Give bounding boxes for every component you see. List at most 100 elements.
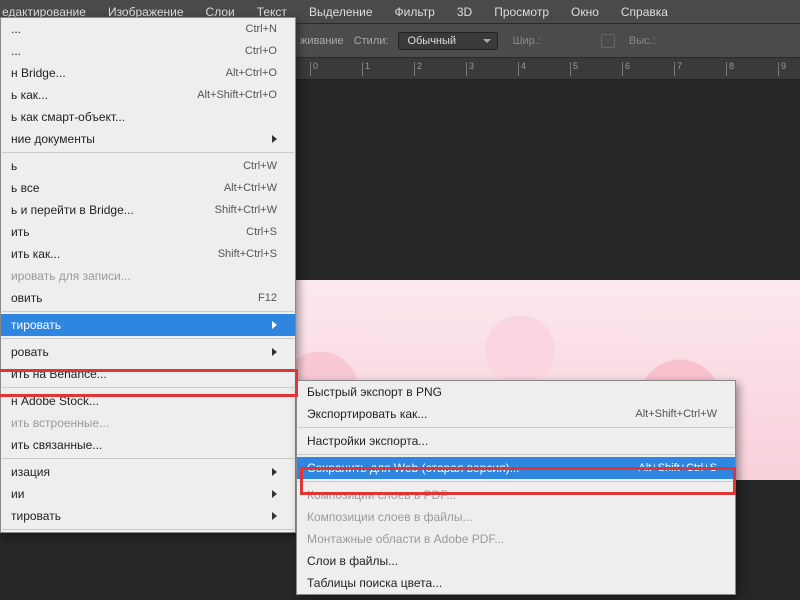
menu-item-label: ии	[11, 487, 24, 501]
shortcut-label: Ctrl+W	[243, 160, 277, 172]
shortcut-label: Alt+Ctrl+O	[226, 67, 277, 79]
menu-просмотр[interactable]: Просмотр	[483, 0, 560, 24]
menu-item-label: овить	[11, 291, 43, 305]
menu-item-label: ить связанные...	[11, 438, 102, 452]
file-menu-item-8[interactable]: ь все Alt+Ctrl+W	[1, 177, 295, 199]
ruler-tick: 1	[362, 62, 370, 76]
file-menu-item-5[interactable]: ние документы	[1, 128, 295, 150]
ruler-tick: 8	[726, 62, 734, 76]
swap-icon[interactable]	[601, 34, 615, 48]
submenu-arrow-icon	[272, 490, 277, 498]
menu-separator	[2, 311, 294, 312]
export-submenu: Быстрый экспорт в PNG Экспортировать как.…	[296, 380, 736, 595]
file-menu-item-26[interactable]: тировать	[1, 505, 295, 527]
file-menu-item-13[interactable]: овить F12	[1, 287, 295, 309]
menu-item-label: ние документы	[11, 132, 95, 146]
submenu-arrow-icon	[272, 135, 277, 143]
menu-3d[interactable]: 3D	[446, 0, 483, 24]
menu-item-label: ить как...	[11, 247, 60, 261]
menu-item-label: ь как...	[11, 88, 48, 102]
menu-separator	[2, 458, 294, 459]
shortcut-label: Ctrl+S	[246, 226, 277, 238]
menu-item-label: ровать	[11, 345, 49, 359]
export-menu-item-11[interactable]: Таблицы поиска цвета...	[297, 572, 735, 594]
ruler-tick: 6	[622, 62, 630, 76]
export-menu-item-0[interactable]: Быстрый экспорт в PNG	[297, 381, 735, 403]
shortcut-label: Ctrl+N	[246, 23, 277, 35]
file-menu-item-21: ить встроенные...	[1, 412, 295, 434]
menu-item-label: ь	[11, 159, 17, 173]
export-menu-item-3[interactable]: Настройки экспорта...	[297, 430, 735, 452]
menu-item-label: Экспортировать как...	[307, 407, 427, 421]
shortcut-label: Alt+Shift+Ctrl+W	[635, 408, 717, 420]
ruler-tick: 2	[414, 62, 422, 76]
menu-item-label: ь и перейти в Bridge...	[11, 203, 134, 217]
menu-item-label: Композиции слоев в PDF...	[307, 488, 456, 502]
shortcut-label: Alt+Ctrl+W	[224, 182, 277, 194]
menu-item-label: ...	[11, 44, 21, 58]
menu-item-label: Быстрый экспорт в PNG	[307, 385, 442, 399]
menu-окно[interactable]: Окно	[560, 0, 610, 24]
file-menu-item-22[interactable]: ить связанные...	[1, 434, 295, 456]
file-menu-item-12: ировать для записи...	[1, 265, 295, 287]
shortcut-label: Shift+Ctrl+S	[218, 248, 277, 260]
ruler-tick: 4	[518, 62, 526, 76]
submenu-arrow-icon	[272, 512, 277, 520]
file-menu-item-18[interactable]: ить на Behance...	[1, 363, 295, 385]
width-label: Шир.:	[508, 35, 540, 47]
menu-separator	[2, 529, 294, 530]
menu-item-label: ить встроенные...	[11, 416, 109, 430]
file-menu-item-17[interactable]: ровать	[1, 341, 295, 363]
menu-item-label: Настройки экспорта...	[307, 434, 428, 448]
file-menu-item-export[interactable]: тировать	[1, 314, 295, 336]
export-menu-item-10[interactable]: Слои в файлы...	[297, 550, 735, 572]
ruler-tick: 7	[674, 62, 682, 76]
submenu-arrow-icon	[272, 348, 277, 356]
file-menu-item-0[interactable]: ...Ctrl+N	[1, 18, 295, 40]
menu-item-label: Слои в файлы...	[307, 554, 398, 568]
file-menu: ...Ctrl+N... Ctrl+O н Bridge... Alt+Ctrl+O ь…	[0, 17, 296, 533]
submenu-arrow-icon	[272, 321, 277, 329]
file-menu-item-9[interactable]: ь и перейти в Bridge... Shift+Ctrl+W	[1, 199, 295, 221]
menu-item-label: н Bridge...	[11, 66, 66, 80]
menu-separator	[2, 338, 294, 339]
export-menu-item-1[interactable]: Экспортировать как... Alt+Shift+Ctrl+W	[297, 403, 735, 425]
menu-item-label: тировать	[11, 509, 61, 523]
menu-item-label: Сохранить для Web (старая версия)...	[307, 461, 520, 475]
menu-separator	[298, 454, 734, 455]
shortcut-label: Alt+Shift+Ctrl+O	[197, 89, 277, 101]
height-label: Выс.:	[625, 35, 656, 47]
menu-item-label: ить на Behance...	[11, 367, 107, 381]
export-menu-item-9: Монтажные области в Adobe PDF...	[297, 528, 735, 550]
file-menu-item-2[interactable]: н Bridge... Alt+Ctrl+O	[1, 62, 295, 84]
ruler-tick: 5	[570, 62, 578, 76]
file-menu-item-24[interactable]: изация	[1, 461, 295, 483]
file-menu-item-4[interactable]: ь как смарт-объект...	[1, 106, 295, 128]
menu-справка[interactable]: Справка	[610, 0, 679, 24]
file-menu-item-3[interactable]: ь как... Alt+Shift+Ctrl+O	[1, 84, 295, 106]
shortcut-label: F12	[258, 292, 277, 304]
file-menu-item-7[interactable]: ь Ctrl+W	[1, 155, 295, 177]
file-menu-item-10[interactable]: ить Ctrl+S	[1, 221, 295, 243]
style-select[interactable]: Обычный	[398, 32, 498, 50]
menu-separator	[2, 152, 294, 153]
menu-separator	[298, 427, 734, 428]
menu-item-label: ить	[11, 225, 29, 239]
menu-выделение[interactable]: Выделение	[298, 0, 384, 24]
shortcut-label: Shift+Ctrl+W	[215, 204, 277, 216]
export-menu-item-7: Композиции слоев в PDF...	[297, 484, 735, 506]
file-menu-item-25[interactable]: ии	[1, 483, 295, 505]
shortcut-label: Ctrl+O	[245, 45, 277, 57]
file-menu-item-1[interactable]: ... Ctrl+O	[1, 40, 295, 62]
menu-фильтр[interactable]: Фильтр	[384, 0, 446, 24]
transform-label: живание	[300, 35, 344, 47]
menu-item-label: Таблицы поиска цвета...	[307, 576, 442, 590]
menu-item-label: ь все	[11, 181, 40, 195]
menu-item-label: тировать	[11, 318, 61, 332]
submenu-arrow-icon	[272, 468, 277, 476]
export-menu-item-save-web[interactable]: Сохранить для Web (старая версия)... Alt+…	[297, 457, 735, 479]
shortcut-label: Alt+Shift+Ctrl+S	[638, 462, 717, 474]
file-menu-item-11[interactable]: ить как... Shift+Ctrl+S	[1, 243, 295, 265]
file-menu-item-20[interactable]: н Adobe Stock...	[1, 390, 295, 412]
export-menu-item-8: Композиции слоев в файлы...	[297, 506, 735, 528]
